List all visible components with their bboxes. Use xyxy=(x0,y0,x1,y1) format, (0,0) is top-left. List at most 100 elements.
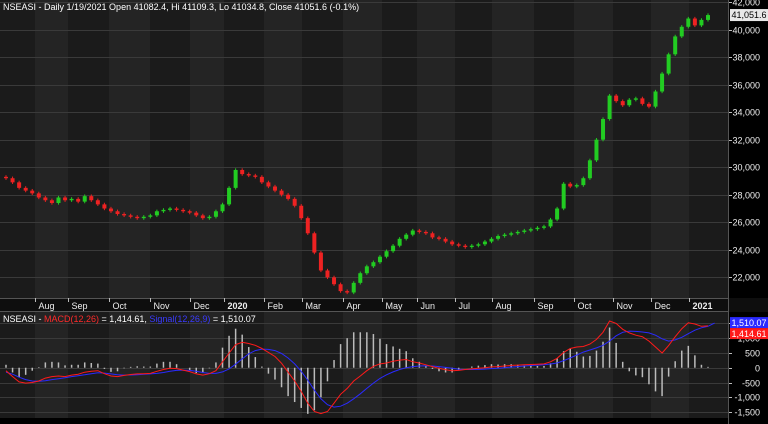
candle-body xyxy=(141,216,146,219)
candle-body xyxy=(220,204,225,212)
candle-body xyxy=(673,36,678,55)
month-band xyxy=(109,312,150,418)
candle-body xyxy=(69,198,74,201)
candle-body xyxy=(259,176,264,183)
candle-body xyxy=(706,15,710,20)
x-tick-label: Dec xyxy=(655,301,672,311)
candle-body xyxy=(410,230,415,235)
candle-body xyxy=(404,234,409,239)
candle-body xyxy=(36,193,41,198)
month-band xyxy=(417,0,455,298)
candle-body xyxy=(384,251,389,257)
x-tick-label: Mar xyxy=(306,301,322,311)
candle-body xyxy=(102,204,107,209)
symbol-label: NSEASI xyxy=(3,2,37,12)
x-tick-label: 2021 xyxy=(693,301,713,311)
candle-body xyxy=(279,190,284,195)
price-tick-label: 22,000 xyxy=(732,273,760,283)
macd-label: MACD(12,26) xyxy=(44,314,100,324)
candle-body xyxy=(666,54,671,74)
candle-body xyxy=(633,98,638,100)
macd-badge-label: 1,414.61 xyxy=(731,329,766,339)
signal-value: = 1,510.07 xyxy=(212,314,256,324)
candle-body xyxy=(227,187,232,205)
month-band xyxy=(574,312,613,418)
candle-body xyxy=(49,200,54,204)
candle-body xyxy=(135,216,140,219)
candle-body xyxy=(528,229,533,231)
month-band xyxy=(35,0,68,298)
candle-body xyxy=(318,252,323,271)
candle-body xyxy=(653,91,658,107)
price-tick-label: 26,000 xyxy=(732,218,760,228)
price-tick-label: 36,000 xyxy=(732,81,760,91)
month-band xyxy=(417,312,455,418)
candle-body xyxy=(233,169,238,188)
macd-value: = 1,414.61, xyxy=(101,314,147,324)
candle-body xyxy=(194,212,199,216)
price-tick-label: 34,000 xyxy=(732,108,760,118)
candle-body xyxy=(463,245,468,248)
candle-body xyxy=(30,190,35,194)
macd-legend: NSEASI - MACD(12,26) = 1,414.61, Signal(… xyxy=(3,314,256,324)
candle-body xyxy=(391,245,396,252)
candle-body xyxy=(345,291,350,293)
month-band xyxy=(190,312,224,418)
candle-body xyxy=(266,182,271,187)
month-band xyxy=(651,0,689,298)
x-tick-label: Nov xyxy=(617,301,634,311)
candle-body xyxy=(587,160,592,179)
candle-body xyxy=(535,227,540,230)
month-band xyxy=(492,0,534,298)
last-price-label: 41,051.6 xyxy=(731,10,766,20)
candle-body xyxy=(181,209,186,212)
candle-body xyxy=(450,241,455,245)
candle-body xyxy=(82,196,87,202)
macd-panel: -1,500-1,000-50005001,0001,5001,510.071,… xyxy=(0,312,768,418)
candle-body xyxy=(496,236,501,239)
month-band xyxy=(190,0,224,298)
candle-body xyxy=(351,282,356,293)
x-tick-label: 2020 xyxy=(228,301,248,311)
candle-body xyxy=(568,183,573,187)
candle-body xyxy=(502,234,507,237)
x-tick-label: Sep xyxy=(72,301,88,311)
candle-body xyxy=(620,101,625,106)
candle-body xyxy=(17,182,22,188)
candle-body xyxy=(56,197,61,204)
candle-body xyxy=(148,215,153,217)
candle-body xyxy=(660,73,665,92)
candle-body xyxy=(161,209,166,212)
candle-body xyxy=(417,230,422,232)
candle-body xyxy=(200,215,205,219)
candle-body xyxy=(548,219,553,227)
price-tick-label: 40,000 xyxy=(732,26,760,36)
candle-body xyxy=(437,237,442,239)
month-band xyxy=(574,0,613,298)
macd-tick-label: 500 xyxy=(745,349,760,359)
candle-body xyxy=(377,256,382,263)
candle-body xyxy=(253,175,258,177)
month-band xyxy=(343,0,382,298)
candle-body xyxy=(174,208,179,210)
candle-body xyxy=(594,139,599,161)
candle-body xyxy=(338,284,343,292)
x-tick-label: Aug xyxy=(39,301,55,311)
candle-body xyxy=(574,185,579,187)
candle-body xyxy=(272,186,277,191)
candle-body xyxy=(240,169,245,175)
candle-body xyxy=(95,200,100,205)
x-tick-label: Oct xyxy=(578,301,593,311)
candle-body xyxy=(312,233,317,253)
candle-body xyxy=(115,211,120,215)
candle-body xyxy=(443,238,448,242)
candle-body xyxy=(128,215,133,217)
price-tick-label: 28,000 xyxy=(732,191,760,201)
candle-body xyxy=(476,244,481,246)
candle-body xyxy=(332,277,337,285)
candle-body xyxy=(555,208,560,220)
candle-body xyxy=(154,211,159,216)
candle-body xyxy=(108,208,113,212)
candle-body xyxy=(286,194,291,199)
candle-body xyxy=(207,216,212,219)
